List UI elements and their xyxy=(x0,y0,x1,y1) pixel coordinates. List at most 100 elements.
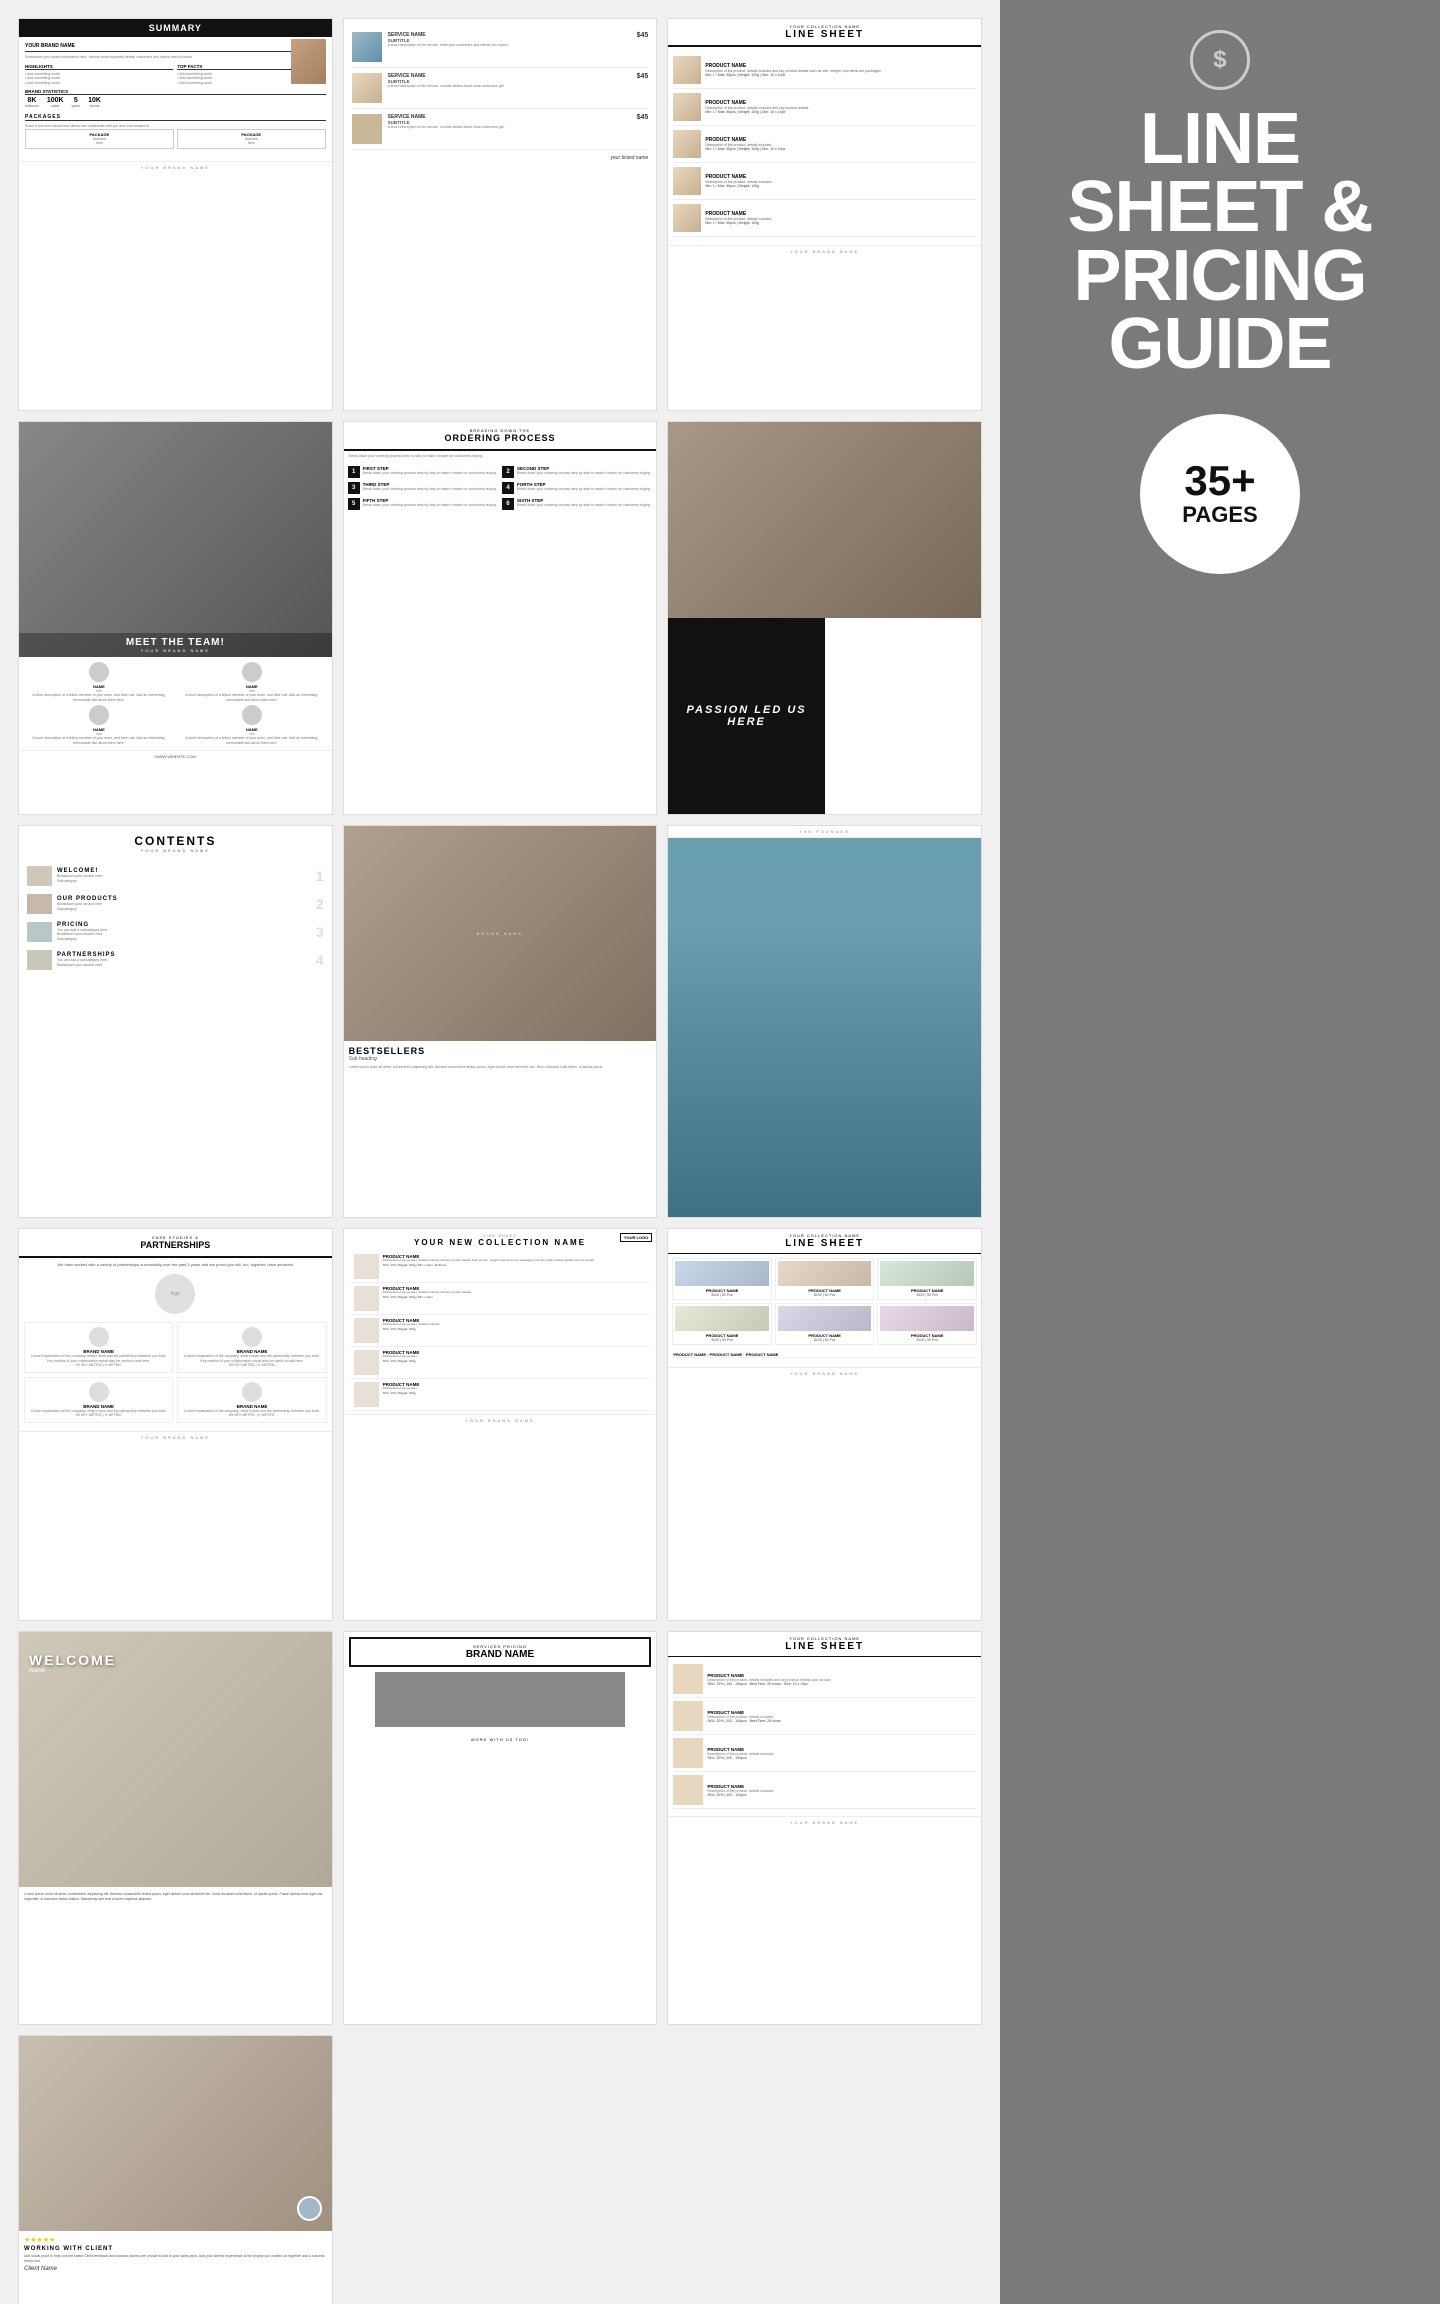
services-pricing-card: services Pricing BRAND NAME WORK WITH US… xyxy=(343,1631,658,2024)
stat-followers: 8K followers xyxy=(25,97,39,108)
ls-right-brand-footer: YOUR BRAND NAME xyxy=(668,1816,981,1825)
stat-years: 5 years xyxy=(72,97,81,108)
service-img-1 xyxy=(352,32,382,62)
team-member-photo xyxy=(89,662,109,682)
ls-prod-price: Min: 1 / Max: 50pcs | Weight: 100g xyxy=(705,184,976,188)
partnerships-title: PARTNERSHIPS xyxy=(25,1240,326,1250)
ls-grid-img xyxy=(778,1306,872,1331)
step-desc: Break down your ordering process step by… xyxy=(363,471,498,476)
logo-text: logo xyxy=(171,1291,180,1297)
stat-num: 5 xyxy=(72,97,81,104)
ls-title: LINE SHEET xyxy=(673,29,976,40)
step-num: 5 xyxy=(348,498,360,510)
ls-product-4: PRODUCT NAME Description of the product,… xyxy=(673,163,976,200)
ls-prod-price: Min: 1 / Max: 50pcs | Weight: 100g | Dim… xyxy=(705,73,976,77)
ls-grid-product-3: PRODUCT NAME $100 | 50 Pcs xyxy=(877,1258,977,1300)
step-num: 4 xyxy=(502,482,514,494)
pages-label: PAGES xyxy=(1182,502,1257,528)
team-member-1: NAME role A short description of a fello… xyxy=(24,662,174,702)
service-row-1: SERVICE NAME SUBTITLE A short descriptio… xyxy=(352,27,649,68)
partnerships-logo-placeholder: logo xyxy=(155,1274,195,1314)
passion-text: PASSION LED US HERE xyxy=(678,704,815,728)
ls-brand-footer: YOUR BRAND NAME xyxy=(668,245,981,254)
ls-new-prices: SKU: 100 | Weight: 100g xyxy=(383,1359,647,1363)
ls-new-brand-footer: YOUR BRAND NAME xyxy=(344,1414,657,1423)
contents-img xyxy=(27,950,52,970)
step-desc: Break down your ordering process step by… xyxy=(363,487,498,492)
contents-item-sub: You can add a subcategory hereBreakdown … xyxy=(57,958,311,967)
ls-new-header: LINE SHEET YOUR NEW COLLECTION NAME xyxy=(344,1229,657,1251)
partner-1: BRAND NAME A short explanation of the co… xyxy=(24,1322,173,1373)
ls-grid-price: $100 | 50 Pcs xyxy=(880,1338,974,1342)
team-member-photo xyxy=(89,705,109,725)
summary-photo xyxy=(291,39,326,84)
step-6: 6 SIXTH STEP Break down your ordering pr… xyxy=(502,498,652,510)
pages-num: 35+ xyxy=(1184,460,1255,502)
founder-card: THE FOUNDER MEET AMANDA Lorem ipsum dolo… xyxy=(667,825,982,1218)
package-1: PACKAGE featureshere xyxy=(25,129,174,149)
ls-grid-img xyxy=(778,1261,872,1286)
ls-grid-brand-footer: YOUR BRAND NAME xyxy=(668,1367,981,1376)
ls-right-img xyxy=(673,1701,703,1731)
highlights-title: HIGHLIGHTS xyxy=(25,64,173,70)
service-price-3: $45 xyxy=(637,114,649,121)
ls-grid-price: $100 | 50 Pcs xyxy=(778,1293,872,1297)
summary-footer-brand: YOUR BRAND NAME xyxy=(19,161,332,170)
ls-new-img xyxy=(354,1382,379,1407)
ls-new-prices: SKU: 100 | Weight: 100g xyxy=(383,1391,647,1395)
bestsellers-desc: Lorem ipsum dolor sit amet, consectetur … xyxy=(349,1065,652,1070)
partner-4: BRAND NAME A short explanation of the co… xyxy=(177,1377,326,1423)
ls-grid-price: $100 | 50 Pcs xyxy=(675,1338,769,1342)
team-member-desc: A short description of a fellow member o… xyxy=(24,693,174,702)
contents-num: 1 xyxy=(316,868,324,884)
ordering-intro: Break down your ordering process step by… xyxy=(344,451,657,462)
ordering-card: BREAKING DOWN THE ORDERING PROCESS Break… xyxy=(343,421,658,814)
contents-item-sub: Breakdown your section hereSubcategory xyxy=(57,874,311,883)
team-brand: YOUR BRAND NAME xyxy=(23,648,328,653)
ls-right-sizes: SKU: 20% | 100 - 194pcs xyxy=(707,1756,976,1760)
ls-grid-product-5: PRODUCT NAME $100 | 50 Pcs xyxy=(775,1303,875,1345)
contents-brand: YOUR BRAND NAME xyxy=(27,848,324,853)
step-5: 5 FIFTH STEP Break down your ordering pr… xyxy=(348,498,498,510)
contents-item-sub: You can add a subcategory hereBreakdown … xyxy=(57,928,311,942)
team-member-photo xyxy=(242,705,262,725)
partner-3: BRAND NAME A short explanation of the co… xyxy=(24,1377,173,1423)
packages-title: PACKAGES xyxy=(25,114,326,121)
main-title: LINE SHEET & PRICING GUIDE xyxy=(1067,105,1372,379)
ls-new-prices: SKU: 100 | Weight: 100g | Min: 1 Item: 2… xyxy=(383,1263,647,1267)
ls-right-product-1: PRODUCT NAME Description of the product,… xyxy=(673,1661,976,1698)
ls-prod-price: Min: 1 / Max: 50pcs | Weight: 100g | Dim… xyxy=(705,147,976,151)
contents-num: 2 xyxy=(316,896,324,912)
service-desc-2: A short description of the service. Incl… xyxy=(388,84,631,89)
package-2: PACKAGE featureshere xyxy=(177,129,326,149)
ls-new-img xyxy=(354,1318,379,1343)
summary-brand: YOUR BRAND NAME xyxy=(25,43,326,52)
team-member-3: NAME role A short description of a fello… xyxy=(24,705,174,745)
welcome-card: WELCOME Name Lorem ipsum dolor sit amet,… xyxy=(18,1631,333,2024)
ordering-title: ORDERING PROCESS xyxy=(350,433,651,443)
team-member-4: NAME role A short description of a fello… xyxy=(177,705,327,745)
ls-new-logo: YOUR LOGO xyxy=(620,1233,652,1242)
ls-right-sizes: SKU: 20% | 100 - 194pcs xyxy=(707,1793,976,1797)
working-stars: ★★★★★ xyxy=(24,2236,327,2244)
ls-grid-img xyxy=(880,1306,974,1331)
founder-header: THE FOUNDER xyxy=(668,826,981,838)
bestsellers-photo: brand name xyxy=(344,826,657,1041)
linesheet-card: YOUR COLLECTION NAME LINE SHEET PRODUCT … xyxy=(667,18,982,411)
contents-item-4: PARTNERSHIPS You can add a subcategory h… xyxy=(27,950,324,970)
step-4: 4 FORTH STEP Break down your ordering pr… xyxy=(502,482,652,494)
service-desc-3: A short description of the service. Incl… xyxy=(388,125,631,130)
partner-metrics: K5 KEY METRIC | K METRIC xyxy=(29,1363,168,1368)
ls-new-prices: SKU: 100 | Weight: 100g | Min: 1 Item xyxy=(383,1295,647,1299)
title-line-4: GUIDE xyxy=(1108,304,1331,384)
partner-circle xyxy=(242,1382,262,1402)
team-member-photo xyxy=(242,662,262,682)
summary-header: SUMMARY xyxy=(19,19,332,37)
stat-clients: 10K clients xyxy=(88,97,101,108)
summary-title: SUMMARY xyxy=(149,23,202,33)
step-desc: Break down your ordering process step by… xyxy=(517,487,652,492)
partner-2: BRAND NAME A short explanation of the co… xyxy=(177,1322,326,1373)
ls-new-product-4: PRODUCT NAME Description of the product.… xyxy=(349,1347,652,1379)
service-card: SERVICE NAME SUBTITLE A short descriptio… xyxy=(343,18,658,411)
ls-product-img xyxy=(673,204,701,232)
